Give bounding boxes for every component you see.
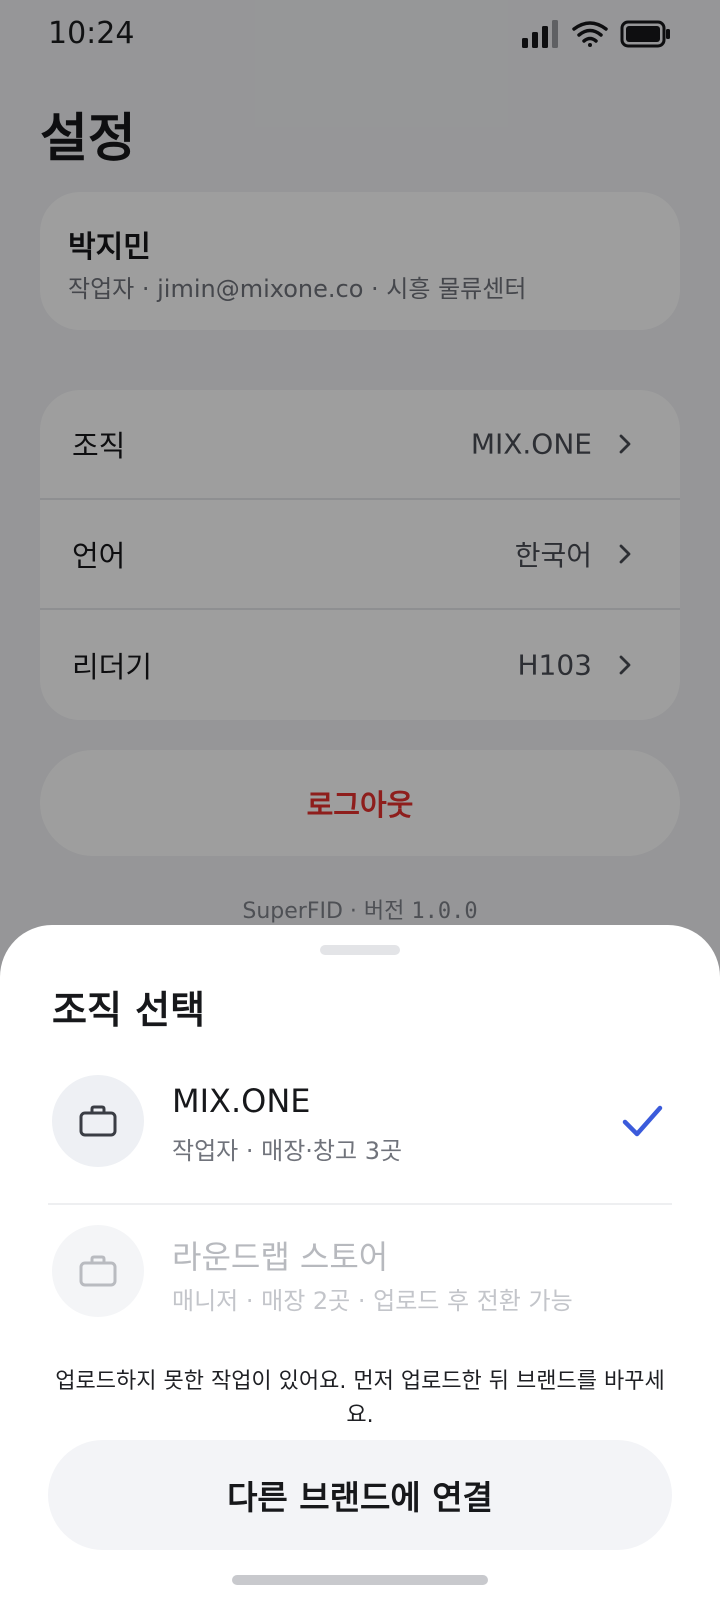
org-icon-circle <box>52 1075 144 1167</box>
org-meta: 작업자 · 매장·창고 3곳 <box>172 1137 403 1165</box>
screen: 10:24 설정 박지민 작업자 · jimin@mixone.co · 시흥 … <box>0 0 720 1600</box>
org-meta: 매니저 · 매장 2곳 · 업로드 후 전환 가능 <box>172 1287 573 1315</box>
connect-other-brand-button[interactable]: 다른 브랜드에 연결 <box>48 1440 672 1550</box>
org-option-roundlab: 라운드랩 스토어 매니저 · 매장 2곳 · 업로드 후 전환 가능 <box>48 1215 672 1355</box>
home-indicator <box>232 1575 488 1585</box>
sheet-grabber[interactable] <box>320 945 400 955</box>
briefcase-icon <box>79 1255 117 1287</box>
org-option-mixone[interactable]: MIX.ONE 작업자 · 매장·창고 3곳 <box>48 1065 672 1205</box>
sheet-title: 조직 선택 <box>52 988 206 1032</box>
org-name: 라운드랩 스토어 <box>172 1238 389 1276</box>
warning-text: 업로드하지 못한 작업이 있어요. 먼저 업로드한 뒤 브랜드를 바꾸세요. <box>55 1369 665 1428</box>
org-name: MIX.ONE <box>172 1082 311 1120</box>
check-icon <box>622 1105 663 1137</box>
briefcase-icon <box>79 1105 117 1137</box>
organization-sheet: 조직 선택 MIX.ONE 작업자 · 매장·창고 3곳 라운드랩 스토어 매니… <box>0 925 720 1600</box>
org-icon-circle <box>52 1225 144 1317</box>
